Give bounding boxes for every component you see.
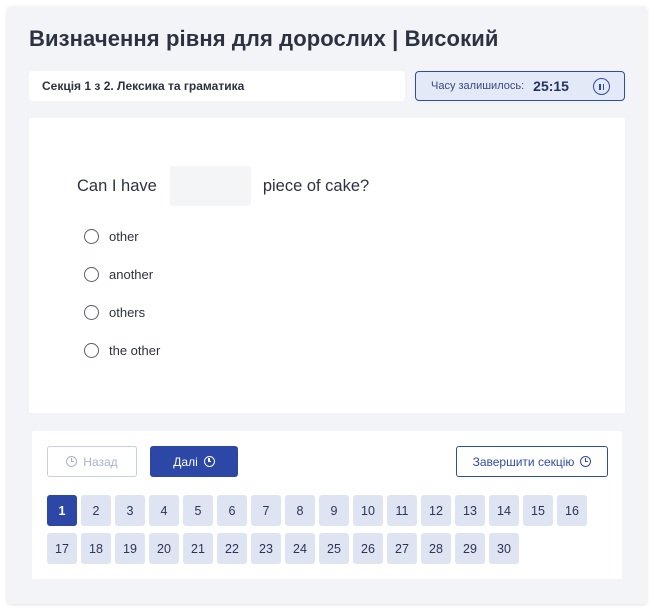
- finish-section-label: Завершити секцію: [472, 454, 575, 469]
- answer-option-label: other: [109, 228, 139, 244]
- radio-button[interactable]: [84, 266, 99, 282]
- page-button[interactable]: 25: [319, 533, 349, 564]
- section-indicator: Секція 1 з 2. Лексика та граматика: [29, 71, 405, 101]
- page-button[interactable]: 16: [557, 495, 587, 526]
- pause-icon[interactable]: [593, 78, 610, 95]
- page-button[interactable]: 12: [421, 495, 451, 526]
- answer-option-label: the other: [109, 343, 161, 359]
- radio-button[interactable]: [84, 343, 99, 359]
- answer-option[interactable]: other: [84, 226, 160, 246]
- page-title: Визначення рівня для дорослих | Високий: [29, 26, 499, 51]
- answer-option-label: another: [109, 266, 154, 282]
- page-button[interactable]: 17: [47, 533, 77, 564]
- answer-option[interactable]: another: [84, 264, 160, 284]
- next-button-label: Далі: [173, 454, 198, 469]
- answer-option-label: others: [109, 305, 146, 321]
- back-button-label: Назад: [83, 454, 118, 469]
- finish-section-button[interactable]: Завершити секцію: [456, 446, 608, 477]
- page-button[interactable]: 9: [319, 495, 349, 526]
- pager-row: 1 2 3 4 5 6 7 8 9 10 11 12 13 14 15 16: [47, 495, 607, 526]
- timer-value: 25:15: [533, 78, 569, 94]
- pager-row: 17 18 19 20 21 22 23 24 25 26 27 28 29 3…: [47, 533, 607, 564]
- page-button[interactable]: 2: [81, 495, 111, 526]
- page-button[interactable]: 29: [455, 533, 485, 564]
- page-button[interactable]: 10: [353, 495, 383, 526]
- answer-option[interactable]: others: [84, 303, 160, 323]
- navigation-card: Назад Далі Завершити секцію 1 2 3 4 5 6 …: [32, 431, 622, 579]
- page-button[interactable]: 3: [115, 495, 145, 526]
- test-window: Визначення рівня для дорослих | Високий …: [7, 6, 647, 604]
- clock-icon: [66, 456, 78, 467]
- page-button[interactable]: 4: [149, 495, 179, 526]
- clock-icon: [203, 456, 215, 467]
- radio-button[interactable]: [84, 305, 99, 321]
- radio-button[interactable]: [84, 228, 99, 244]
- question-text-after: piece of cake?: [262, 176, 370, 195]
- question-text: Can I have piece of cake?: [77, 166, 369, 206]
- page-button[interactable]: 23: [251, 533, 281, 564]
- page-button[interactable]: 24: [285, 533, 315, 564]
- page-button[interactable]: 5: [183, 495, 213, 526]
- page-button[interactable]: 20: [149, 533, 179, 564]
- clock-icon: [580, 456, 592, 467]
- timer-label: Часу залишилось:: [431, 80, 525, 92]
- page-button[interactable]: 28: [421, 533, 451, 564]
- answer-options: other another others the other: [84, 226, 160, 379]
- question-card: Can I have piece of cake? other another …: [29, 118, 625, 413]
- page-button[interactable]: 22: [217, 533, 247, 564]
- page-button[interactable]: 26: [353, 533, 383, 564]
- page-button[interactable]: 18: [81, 533, 111, 564]
- timer-panel: Часу залишилось: 25:15: [415, 71, 625, 101]
- page-button-current[interactable]: 1: [47, 495, 77, 526]
- page-button[interactable]: 13: [455, 495, 485, 526]
- answer-option[interactable]: the other: [84, 341, 160, 361]
- page-button[interactable]: 27: [387, 533, 417, 564]
- section-label: Секція 1 з 2. Лексика та граматика: [42, 79, 245, 93]
- page-button[interactable]: 14: [489, 495, 519, 526]
- answer-blank[interactable]: [169, 166, 251, 206]
- page-button[interactable]: 15: [523, 495, 553, 526]
- page-button[interactable]: 7: [251, 495, 281, 526]
- page-button[interactable]: 19: [115, 533, 145, 564]
- question-pager: 1 2 3 4 5 6 7 8 9 10 11 12 13 14 15 16 1…: [47, 495, 607, 571]
- question-text-before: Can I have: [77, 176, 157, 195]
- next-button[interactable]: Далі: [150, 446, 238, 477]
- back-button[interactable]: Назад: [47, 446, 137, 477]
- page-button[interactable]: 30: [489, 533, 519, 564]
- page-button[interactable]: 6: [217, 495, 247, 526]
- page-button[interactable]: 11: [387, 495, 417, 526]
- page-button[interactable]: 8: [285, 495, 315, 526]
- page-button[interactable]: 21: [183, 533, 213, 564]
